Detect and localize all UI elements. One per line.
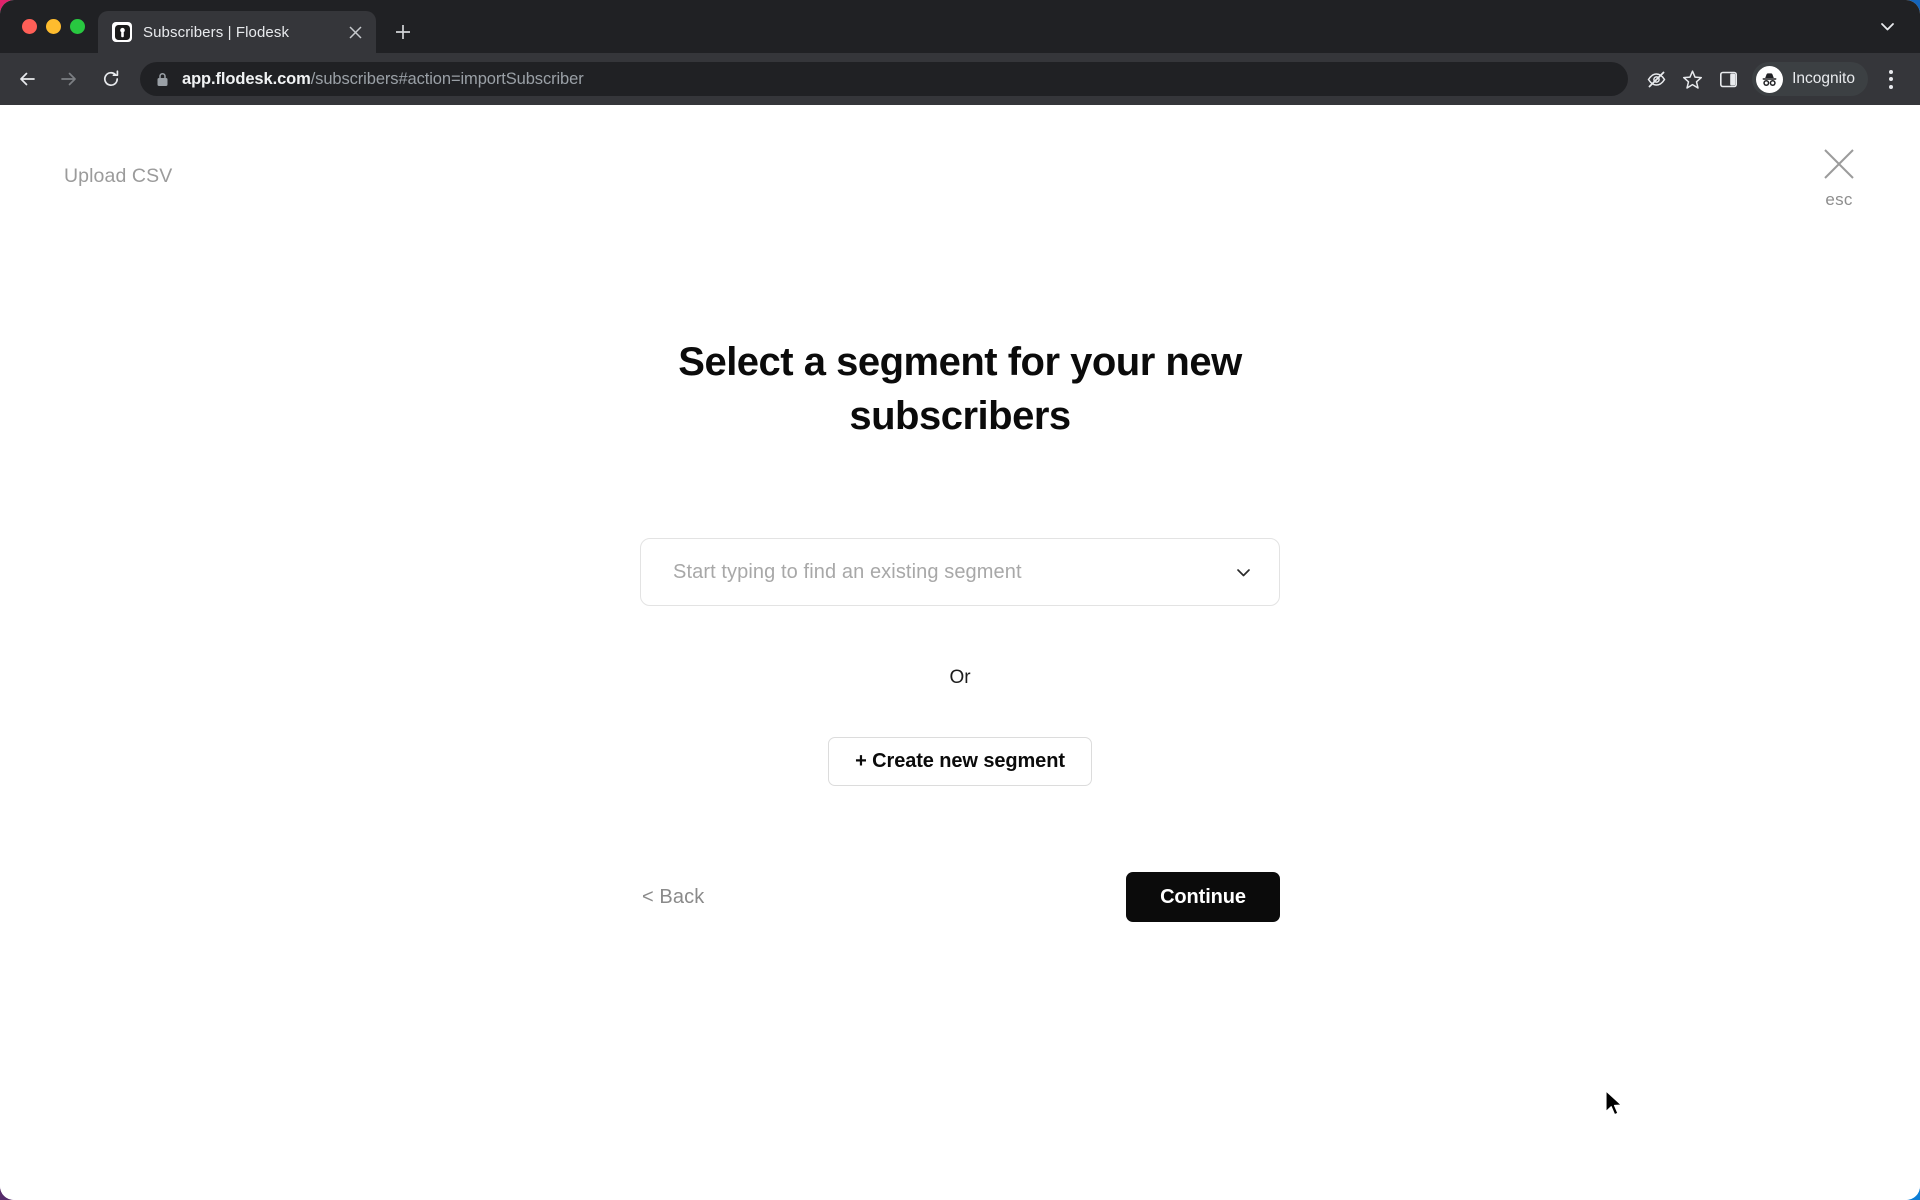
- page-content: Upload CSV esc Select a segment for your…: [0, 105, 1920, 1200]
- back-button[interactable]: < Back: [640, 880, 706, 915]
- tabstrip-right-controls: [1872, 0, 1920, 53]
- close-modal-label: esc: [1825, 190, 1853, 209]
- page-step-label: Upload CSV: [64, 165, 173, 187]
- page-title: Select a segment for your new subscriber…: [678, 340, 1242, 438]
- create-new-segment-button[interactable]: + Create new segment: [828, 737, 1092, 786]
- address-bar-host: app.flodesk.com: [182, 69, 311, 88]
- star-icon[interactable]: [1676, 63, 1708, 95]
- eye-off-icon[interactable]: [1640, 63, 1672, 95]
- window-minimize-button[interactable]: [46, 19, 61, 34]
- plus-icon[interactable]: [386, 15, 420, 49]
- browser-tab-strip: Subscribers | Flodesk: [0, 0, 1920, 53]
- flodesk-logo-icon: [112, 22, 132, 42]
- mouse-cursor: [1605, 1090, 1627, 1120]
- continue-button[interactable]: Continue: [1126, 872, 1280, 922]
- browser-window: Subscribers | Flodesk app.flodesk.com/su…: [0, 0, 1920, 1200]
- modal-body: Select a segment for your new subscriber…: [640, 335, 1280, 922]
- profile-button[interactable]: Incognito: [1752, 62, 1868, 96]
- side-panel-icon[interactable]: [1712, 63, 1744, 95]
- segment-select[interactable]: Start typing to find an existing segment: [640, 538, 1280, 606]
- browser-tab[interactable]: Subscribers | Flodesk: [98, 11, 376, 53]
- lock-icon: [156, 72, 169, 87]
- profile-label: Incognito: [1792, 70, 1855, 87]
- address-bar-path: /subscribers#action=importSubscriber: [310, 69, 584, 88]
- browser-tab-title: Subscribers | Flodesk: [143, 23, 290, 41]
- segment-select-placeholder: Start typing to find an existing segment: [673, 560, 1022, 583]
- address-bar-url: app.flodesk.com/subscribers#action=impor…: [182, 70, 584, 89]
- chevron-down-icon[interactable]: [1872, 12, 1902, 42]
- arrow-back-icon[interactable]: [8, 60, 46, 98]
- browser-toolbar: app.flodesk.com/subscribers#action=impor…: [0, 53, 1920, 105]
- address-bar[interactable]: app.flodesk.com/subscribers#action=impor…: [140, 62, 1629, 96]
- close-modal-button[interactable]: esc: [1811, 147, 1867, 210]
- window-close-button[interactable]: [22, 19, 37, 34]
- window-traffic-lights: [12, 0, 98, 53]
- window-maximize-button[interactable]: [70, 19, 85, 34]
- kebab-menu-icon[interactable]: [1876, 62, 1906, 96]
- modal-actions: < Back Continue: [640, 872, 1280, 922]
- incognito-icon: [1756, 65, 1784, 93]
- create-segment-row: + Create new segment: [640, 737, 1280, 786]
- close-icon[interactable]: [344, 21, 366, 43]
- arrow-forward-icon[interactable]: [50, 60, 88, 98]
- close-x-icon: [1822, 147, 1856, 186]
- chevron-down-icon[interactable]: [1234, 563, 1253, 582]
- or-divider-label: Or: [949, 667, 971, 688]
- reload-icon[interactable]: [92, 60, 130, 98]
